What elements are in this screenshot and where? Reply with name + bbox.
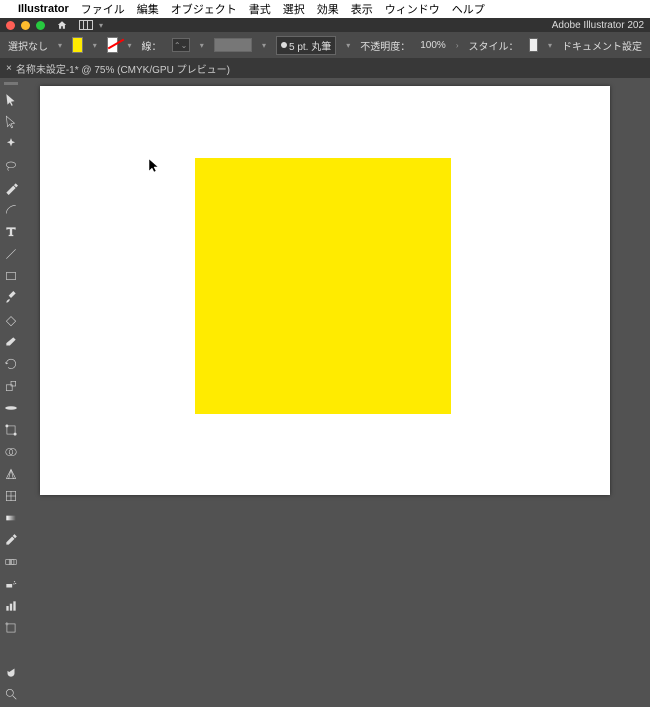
menu-select[interactable]: 選択 (283, 1, 305, 17)
slice-tool-icon[interactable] (2, 641, 20, 659)
column-graph-tool-icon[interactable] (2, 597, 20, 615)
window-close-icon[interactable] (6, 21, 15, 30)
eraser-tool-icon[interactable] (2, 333, 20, 351)
hand-tool-icon[interactable] (2, 663, 20, 681)
artboard-tool-icon[interactable] (2, 619, 20, 637)
brush-name: 5 pt. 丸筆 (289, 38, 331, 53)
stroke-swatch[interactable] (107, 37, 118, 53)
free-transform-tool-icon[interactable] (2, 421, 20, 439)
gradient-tool-icon[interactable] (2, 509, 20, 527)
chevron-down-icon[interactable]: ▾ (93, 41, 97, 50)
chevron-down-icon[interactable]: ▾ (200, 41, 204, 50)
doc-settings-button[interactable]: ドキュメント設定 (562, 38, 642, 53)
no-selection-label: 選択なし (8, 38, 48, 53)
line-tool-icon[interactable] (2, 245, 20, 263)
rectangle-tool-icon[interactable] (2, 267, 20, 285)
scale-tool-icon[interactable] (2, 377, 20, 395)
chevron-down-icon[interactable]: ▾ (128, 41, 132, 50)
document-tab-row: × 名称未設定-1* @ 75% (CMYK/GPU プレビュー) (0, 58, 650, 78)
menu-help[interactable]: ヘルプ (452, 1, 485, 17)
blend-tool-icon[interactable] (2, 553, 20, 571)
direct-selection-tool-icon[interactable] (2, 113, 20, 131)
menu-window[interactable]: ウィンドウ (385, 1, 440, 17)
lasso-tool-icon[interactable] (2, 157, 20, 175)
brush-field[interactable]: 5 pt. 丸筆 (276, 36, 336, 55)
chevron-down-icon[interactable]: ▾ (58, 41, 62, 50)
mac-menubar: Illustrator ファイル 編集 オブジェクト 書式 選択 効果 表示 ウ… (0, 0, 650, 18)
tools-panel (0, 78, 22, 707)
chevron-down-icon[interactable]: ▾ (262, 41, 266, 50)
home-icon[interactable] (57, 20, 67, 30)
curvature-tool-icon[interactable] (2, 201, 20, 219)
zoom-tool-icon[interactable] (2, 685, 20, 703)
chevron-down-icon[interactable]: ▾ (548, 41, 552, 50)
app-name[interactable]: Illustrator (18, 3, 69, 15)
control-bar: 選択なし ▾ ▾ ▾ 線： ⌃⌄ ▾ ▾ 5 pt. 丸筆 ▾ 不透明度： 10… (0, 32, 650, 58)
fill-swatch[interactable] (72, 37, 83, 53)
stroke-weight-input[interactable]: ⌃⌄ (172, 38, 190, 52)
selection-tool-icon[interactable] (2, 91, 20, 109)
eyedropper-tool-icon[interactable] (2, 531, 20, 549)
mesh-tool-icon[interactable] (2, 487, 20, 505)
chevron-down-icon[interactable]: ▾ (346, 41, 350, 50)
stroke-profile[interactable] (214, 38, 252, 52)
panel-grip-icon[interactable] (4, 82, 18, 85)
canvas-area[interactable] (40, 86, 610, 495)
shaper-tool-icon[interactable] (2, 311, 20, 329)
menu-type[interactable]: 書式 (249, 1, 271, 17)
window-minimize-icon[interactable] (21, 21, 30, 30)
type-tool-icon[interactable] (2, 223, 20, 241)
perspective-grid-tool-icon[interactable] (2, 465, 20, 483)
magic-wand-tool-icon[interactable] (2, 135, 20, 153)
menu-file[interactable]: ファイル (81, 1, 125, 17)
window-title: Adobe Illustrator 202 (552, 20, 644, 31)
workspace-layout-icon[interactable] (79, 20, 93, 30)
artwork-rectangle[interactable] (195, 158, 451, 414)
shape-builder-tool-icon[interactable] (2, 443, 20, 461)
chevron-down-icon[interactable]: ▾ (99, 21, 103, 30)
width-tool-icon[interactable] (2, 399, 20, 417)
rotate-tool-icon[interactable] (2, 355, 20, 373)
title-bar: ▾ Adobe Illustrator 202 (0, 18, 650, 32)
window-maximize-icon[interactable] (36, 21, 45, 30)
style-label: スタイル： (469, 38, 519, 53)
cursor-icon (148, 158, 160, 177)
menu-effect[interactable]: 効果 (317, 1, 339, 17)
symbol-sprayer-tool-icon[interactable] (2, 575, 20, 593)
paintbrush-tool-icon[interactable] (2, 289, 20, 307)
opacity-value[interactable]: 100% (420, 40, 446, 51)
menu-edit[interactable]: 編集 (137, 1, 159, 17)
brush-dot-icon (281, 42, 287, 48)
menu-view[interactable]: 表示 (351, 1, 373, 17)
style-swatch[interactable] (529, 38, 538, 52)
chevron-right-icon[interactable]: › (456, 41, 459, 50)
document-tab-title[interactable]: 名称未設定-1* @ 75% (CMYK/GPU プレビュー) (16, 61, 230, 76)
stroke-label: 線： (142, 38, 162, 53)
opacity-label: 不透明度： (360, 38, 410, 53)
tab-close-icon[interactable]: × (6, 63, 12, 74)
pen-tool-icon[interactable] (2, 179, 20, 197)
menu-object[interactable]: オブジェクト (171, 1, 237, 17)
